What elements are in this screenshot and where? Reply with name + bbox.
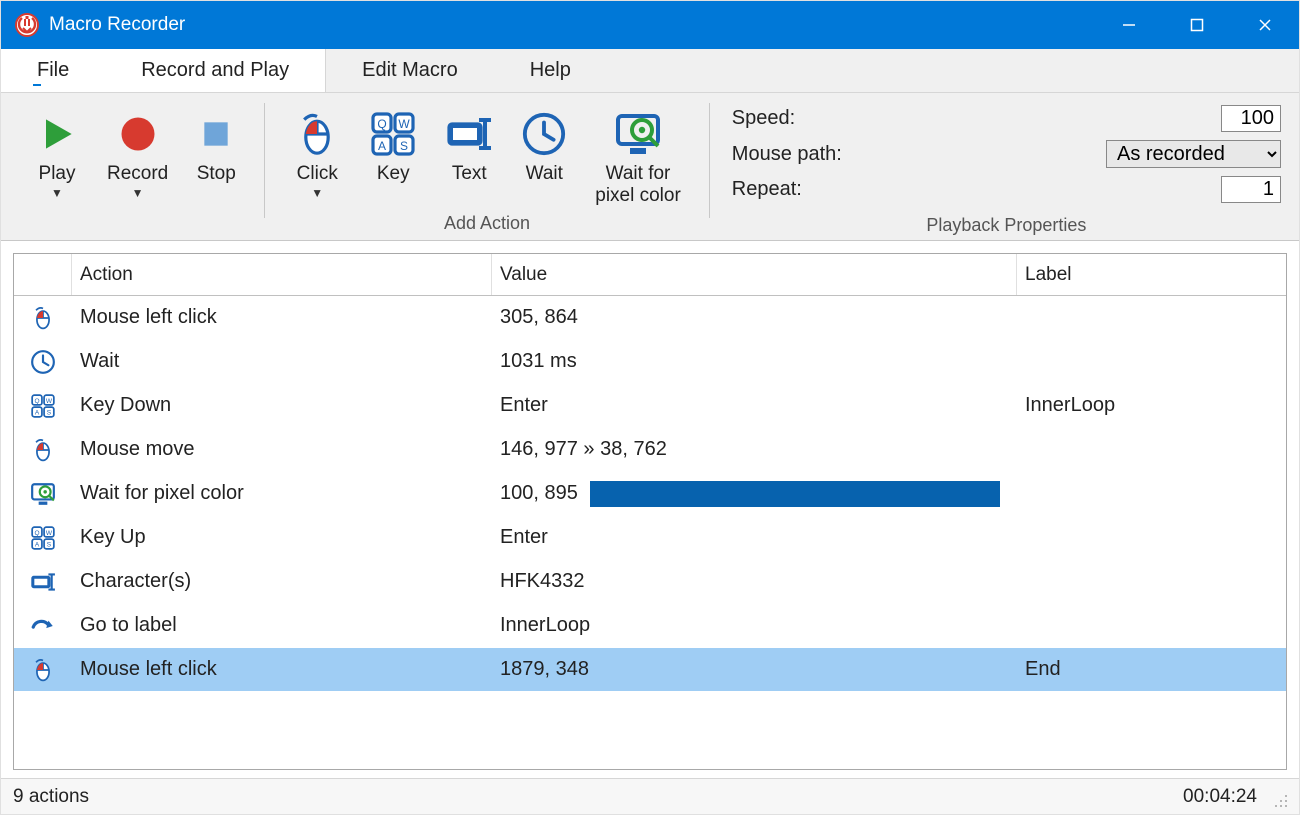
cell-value: Enter <box>492 522 1017 553</box>
play-button[interactable]: Play ▼ <box>21 101 93 203</box>
cell-action: Character(s) <box>72 566 492 597</box>
menu-file[interactable]: File <box>1 49 105 92</box>
menu-help[interactable]: Help <box>494 49 607 92</box>
maximize-button[interactable] <box>1163 1 1231 49</box>
cell-label <box>1017 578 1286 586</box>
cell-value: 1031 ms <box>492 346 1017 377</box>
stop-button[interactable]: Stop <box>182 101 250 203</box>
menu-record-play[interactable]: Record and Play <box>105 49 326 92</box>
mouse-icon <box>293 105 341 163</box>
cell-value: 146, 977 » 38, 762 <box>492 434 1017 465</box>
table-row[interactable]: Mouse left click1879, 348End <box>14 648 1286 692</box>
col-label: Label <box>1017 254 1286 295</box>
add-wait-button[interactable]: Wait <box>507 101 581 209</box>
record-button[interactable]: Record ▼ <box>93 101 182 203</box>
text-icon <box>445 105 493 163</box>
minimize-button[interactable] <box>1095 1 1163 49</box>
status-bar: 9 actions 00:04:24 <box>1 778 1299 814</box>
action-grid: Action Value Label Mouse left click305, … <box>13 253 1287 770</box>
add-text-button[interactable]: Text <box>431 101 507 209</box>
add-click-button[interactable]: Click ▼ <box>279 101 355 209</box>
play-icon <box>35 105 79 163</box>
goto-icon <box>14 609 72 643</box>
cell-value: HFK4332 <box>492 566 1017 597</box>
menu-edit-macro[interactable]: Edit Macro <box>326 49 494 92</box>
table-row[interactable]: Key DownEnterInnerLoop <box>14 384 1286 428</box>
cell-label <box>1017 358 1286 366</box>
clock-icon <box>14 345 72 379</box>
table-row[interactable]: Go to labelInnerLoop <box>14 604 1286 648</box>
mouse-icon <box>14 301 72 335</box>
cell-label: InnerLoop <box>1017 390 1286 421</box>
cell-action: Mouse move <box>72 434 492 465</box>
stop-icon <box>196 105 236 163</box>
chevron-down-icon: ▼ <box>51 187 63 201</box>
titlebar[interactable]: Macro Recorder <box>1 1 1299 49</box>
pixel-icon <box>14 477 72 511</box>
status-time: 00:04:24 <box>1183 786 1257 808</box>
speed-input[interactable] <box>1221 105 1281 132</box>
cell-action: Wait for pixel color <box>72 478 492 509</box>
keys-icon <box>14 521 72 555</box>
table-row[interactable]: Wait for pixel color100, 895 <box>14 472 1286 516</box>
chevron-down-icon: ▼ <box>132 187 144 201</box>
close-button[interactable] <box>1231 1 1299 49</box>
cell-value: 305, 864 <box>492 302 1017 333</box>
ribbon: Play ▼ Record ▼ Stop <box>1 93 1299 241</box>
cell-action: Key Up <box>72 522 492 553</box>
cell-value: 100, 895 <box>492 477 1017 511</box>
keyboard-icon <box>369 105 417 163</box>
clock-icon <box>521 105 567 163</box>
cell-value: InnerLoop <box>492 610 1017 641</box>
mouse-path-label: Mouse path: <box>732 143 867 166</box>
status-count: 9 actions <box>13 786 89 808</box>
cell-action: Mouse left click <box>72 302 492 333</box>
color-swatch <box>590 481 1000 507</box>
repeat-input[interactable] <box>1221 176 1281 203</box>
col-action: Action <box>72 254 492 295</box>
group-add-action-label: Add Action <box>444 213 530 234</box>
cell-value: Enter <box>492 390 1017 421</box>
wait-pixel-icon <box>614 105 662 163</box>
table-row[interactable]: Mouse move146, 977 » 38, 762 <box>14 428 1286 472</box>
speed-label: Speed: <box>732 107 867 130</box>
menu-bar: File Record and Play Edit Macro Help <box>1 49 1299 93</box>
mouse-icon <box>14 433 72 467</box>
cell-value: 1879, 348 <box>492 654 1017 685</box>
table-row[interactable]: Mouse left click305, 864 <box>14 296 1286 340</box>
app-window: Macro Recorder File Record and Play Edit… <box>0 0 1300 815</box>
cell-label <box>1017 534 1286 542</box>
add-wait-pixel-button[interactable]: Wait for pixel color <box>581 101 695 209</box>
cell-action: Key Down <box>72 390 492 421</box>
group-playback-label: Playback Properties <box>926 215 1086 236</box>
table-row[interactable]: Key UpEnter <box>14 516 1286 560</box>
table-row[interactable]: Wait1031 ms <box>14 340 1286 384</box>
cell-label <box>1017 446 1286 454</box>
cell-label <box>1017 314 1286 322</box>
mouse-icon <box>14 653 72 687</box>
add-key-button[interactable]: Key <box>355 101 431 209</box>
chevron-down-icon: ▼ <box>311 187 323 201</box>
repeat-label: Repeat: <box>732 178 867 201</box>
cell-label: End <box>1017 654 1286 685</box>
text-icon <box>14 565 72 599</box>
record-icon <box>116 105 160 163</box>
cell-label <box>1017 622 1286 630</box>
col-value: Value <box>492 254 1017 295</box>
cell-action: Mouse left click <box>72 654 492 685</box>
cell-label <box>1017 490 1286 498</box>
keys-icon <box>14 389 72 423</box>
cell-action: Go to label <box>72 610 492 641</box>
grid-header: Action Value Label <box>14 254 1286 296</box>
resize-grip-icon[interactable] <box>1267 787 1287 807</box>
table-row[interactable]: Character(s)HFK4332 <box>14 560 1286 604</box>
playback-properties: Speed: Mouse path: As recorded Repeat: P… <box>714 101 1289 236</box>
mouse-path-select[interactable]: As recorded <box>1106 140 1281 168</box>
cell-action: Wait <box>72 346 492 377</box>
app-title: Macro Recorder <box>49 14 1095 36</box>
app-icon <box>15 13 39 37</box>
